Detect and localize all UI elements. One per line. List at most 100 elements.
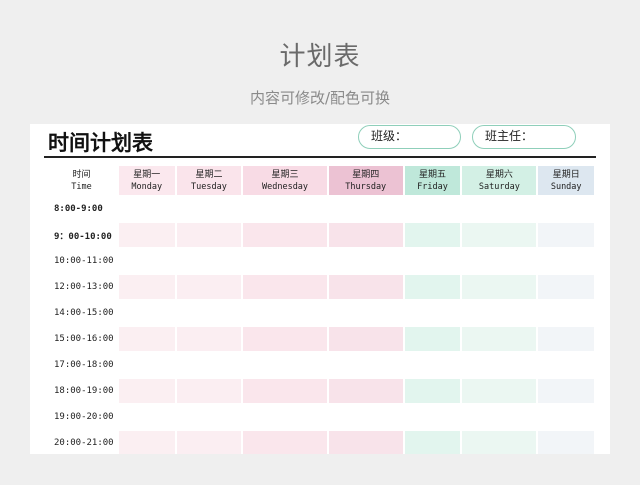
schedule-cell[interactable] (243, 327, 327, 351)
schedule-cell[interactable] (328, 275, 403, 299)
schedule-cell[interactable] (243, 197, 326, 221)
schedule-cell[interactable] (405, 249, 461, 273)
schedule-cell[interactable] (404, 275, 461, 299)
day-cn: 星期日 (552, 169, 580, 180)
schedule-cell[interactable] (177, 405, 242, 429)
schedule-cell[interactable] (538, 301, 594, 325)
schedule-cell[interactable] (404, 379, 461, 403)
time-slot: 9：00-10:00 (54, 231, 112, 242)
schedule-cell[interactable] (119, 353, 175, 377)
schedule-cell[interactable] (405, 301, 461, 325)
schedule-cell[interactable] (405, 197, 461, 221)
time-header-en: Time (71, 181, 92, 192)
time-row: 15:00-16:00 (46, 327, 594, 351)
schedule-cell[interactable] (405, 405, 461, 429)
schedule-cell[interactable] (462, 223, 537, 247)
schedule-cell[interactable] (329, 249, 403, 273)
time-slot: 19:00-20:00 (54, 412, 114, 422)
schedule-cell[interactable] (119, 405, 175, 429)
schedule-cell[interactable] (243, 223, 327, 247)
schedule-cell[interactable] (328, 327, 403, 351)
time-slot: 15:00-16:00 (54, 334, 114, 344)
schedule-cell[interactable] (177, 197, 242, 221)
page-subtitle: 内容可修改/配色可换 (249, 89, 391, 107)
day-header-thursday: 星期四 Thursday (328, 166, 403, 195)
time-row: 12:00-13:00 (46, 275, 594, 299)
schedule-cell[interactable] (462, 249, 536, 273)
time-row: 8:00-9:00 (46, 197, 594, 221)
schedule-cell[interactable] (538, 405, 594, 429)
teacher-field[interactable]: 班主任： (472, 125, 576, 149)
sheet-title: 时间计划表 (48, 131, 153, 155)
time-row: 17:00-18:00 (46, 353, 594, 377)
schedule-cell[interactable] (538, 431, 594, 454)
schedule-cell[interactable] (329, 197, 403, 221)
schedule-cell[interactable] (404, 223, 461, 247)
schedule-table: 时间 Time 星期一 Monday 星期二 Tuesday 星期三 Wednesda… (44, 166, 596, 454)
schedule-cell[interactable] (404, 327, 461, 351)
schedule-cell[interactable] (538, 379, 594, 403)
day-en: Sunday (550, 181, 582, 192)
schedule-cell[interactable] (243, 379, 327, 403)
page-title: 计划表 (279, 42, 361, 72)
schedule-cell[interactable] (329, 353, 403, 377)
schedule-cell[interactable] (119, 197, 175, 221)
schedule-cell[interactable] (176, 327, 242, 351)
time-row: 20:00-21:00 (46, 431, 594, 454)
schedule-cell[interactable] (119, 431, 175, 454)
time-header-cn: 时间 (72, 169, 91, 180)
schedule-cell[interactable] (462, 405, 536, 429)
schedule-cell[interactable] (243, 405, 326, 429)
schedule-cell[interactable] (538, 249, 594, 273)
schedule-cell[interactable] (462, 197, 536, 221)
schedule-cell[interactable] (177, 301, 242, 325)
schedule-cell[interactable] (176, 275, 242, 299)
schedule-cell[interactable] (462, 353, 536, 377)
day-cn: 星期一 (133, 169, 161, 180)
schedule-cell[interactable] (328, 431, 403, 454)
schedule-cell[interactable] (538, 197, 594, 221)
schedule-cell[interactable] (328, 223, 403, 247)
time-slot: 14:00-15:00 (54, 308, 114, 318)
schedule-cell[interactable] (243, 431, 327, 454)
schedule-cell[interactable] (177, 353, 242, 377)
schedule-cell[interactable] (404, 431, 461, 454)
day-en: Saturday (478, 181, 520, 192)
day-en: Thursday (345, 181, 387, 192)
schedule-cell[interactable] (462, 327, 537, 351)
day-en: Wednesday (261, 181, 309, 192)
schedule-cell[interactable] (538, 353, 594, 377)
schedule-cell[interactable] (119, 223, 175, 247)
schedule-cell[interactable] (243, 275, 327, 299)
time-slot: 18:00-19:00 (54, 386, 114, 396)
schedule-cell[interactable] (119, 275, 175, 299)
schedule-cell[interactable] (177, 249, 242, 273)
class-field[interactable]: 班级： (358, 125, 461, 149)
day-header-wednesday: 星期三 Wednesday (243, 166, 327, 195)
schedule-cell[interactable] (176, 223, 242, 247)
schedule-cell[interactable] (119, 249, 175, 273)
schedule-cell[interactable] (405, 353, 461, 377)
schedule-cell[interactable] (243, 353, 326, 377)
schedule-cell[interactable] (538, 327, 594, 351)
schedule-cell[interactable] (329, 405, 403, 429)
schedule-cell[interactable] (176, 431, 242, 454)
schedule-cell[interactable] (462, 379, 537, 403)
schedule-cell[interactable] (328, 379, 403, 403)
schedule-cell[interactable] (462, 431, 537, 454)
schedule-cell[interactable] (243, 301, 326, 325)
schedule-cell[interactable] (538, 223, 594, 247)
time-slot: 8:00-9:00 (54, 204, 103, 214)
day-en: Monday (131, 181, 163, 192)
schedule-cell[interactable] (538, 275, 594, 299)
schedule-cell[interactable] (462, 301, 536, 325)
schedule-cell[interactable] (329, 301, 403, 325)
class-label: 班级： (371, 129, 408, 143)
schedule-cell[interactable] (119, 301, 175, 325)
schedule-cell[interactable] (462, 275, 537, 299)
schedule-cell[interactable] (243, 249, 326, 273)
schedule-cell[interactable] (176, 379, 242, 403)
schedule-cell[interactable] (119, 379, 175, 403)
day-header-tuesday: 星期二 Tuesday (176, 166, 242, 195)
schedule-cell[interactable] (119, 327, 175, 351)
